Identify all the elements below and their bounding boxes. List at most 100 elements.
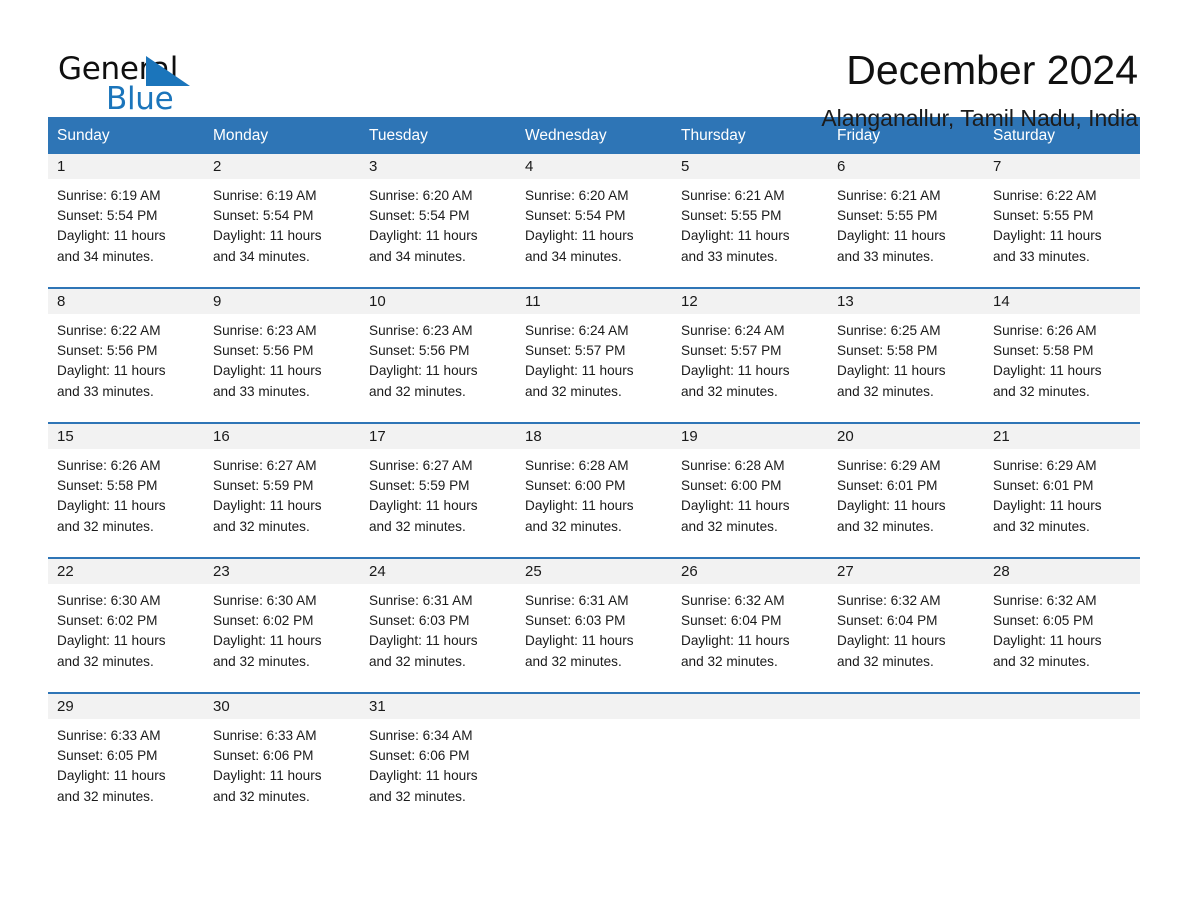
calendar-day-cell[interactable]: 30 Sunrise: 6:33 AM Sunset: 6:06 PM Dayligh… bbox=[204, 692, 360, 827]
calendar-day-cell[interactable]: 22 Sunrise: 6:30 AM Sunset: 6:02 PM Dayligh… bbox=[48, 557, 204, 693]
day-details: Sunrise: 6:23 AM Sunset: 5:56 PM Daylight:… bbox=[204, 314, 360, 402]
calendar-day-cell-empty bbox=[672, 692, 828, 827]
sunrise-time: Sunrise: 6:34 AM bbox=[369, 728, 473, 743]
logo-text-blue: Blue bbox=[106, 81, 174, 117]
sunrise-time: Sunrise: 6:26 AM bbox=[57, 458, 161, 473]
day-number: 12 bbox=[672, 289, 828, 314]
day-cell-inner bbox=[828, 694, 984, 827]
calendar-day-cell[interactable]: 25 Sunrise: 6:31 AM Sunset: 6:03 PM Dayligh… bbox=[516, 557, 672, 693]
calendar-day-cell[interactable]: 7 Sunrise: 6:22 AM Sunset: 5:55 PM Daylight… bbox=[984, 154, 1140, 288]
sunset-time: Sunset: 6:05 PM bbox=[993, 613, 1094, 629]
day-details: Sunrise: 6:28 AM Sunset: 6:00 PM Daylight:… bbox=[516, 449, 672, 537]
calendar-day-cell[interactable]: 3 Sunrise: 6:20 AM Sunset: 5:54 PM Daylight… bbox=[360, 154, 516, 288]
daylight-duration-line2: and 32 minutes. bbox=[369, 383, 466, 399]
calendar-day-cell[interactable]: 17 Sunrise: 6:27 AM Sunset: 5:59 PM Dayligh… bbox=[360, 422, 516, 558]
sunset-time: Sunset: 5:54 PM bbox=[525, 208, 626, 224]
day-number: 26 bbox=[672, 559, 828, 584]
calendar-day-cell[interactable]: 14 Sunrise: 6:26 AM Sunset: 5:58 PM Dayligh… bbox=[984, 287, 1140, 423]
calendar-week-row: 29 Sunrise: 6:33 AM Sunset: 6:05 PM Dayligh… bbox=[48, 692, 1140, 827]
calendar-day-cell[interactable]: 31 Sunrise: 6:34 AM Sunset: 6:06 PM Dayligh… bbox=[360, 692, 516, 827]
weekday-header-sunday: Sunday bbox=[48, 117, 204, 154]
day-number bbox=[828, 694, 984, 719]
daylight-duration-line1: Daylight: 11 hours bbox=[369, 633, 478, 649]
day-cell-inner: 9 Sunrise: 6:23 AM Sunset: 5:56 PM Daylight… bbox=[204, 289, 360, 422]
page-masthead: General Blue December 2024 Alanganallur,… bbox=[48, 0, 1140, 131]
day-number: 2 bbox=[204, 154, 360, 179]
weekday-header-tuesday: Tuesday bbox=[360, 117, 516, 154]
day-cell-inner: 23 Sunrise: 6:30 AM Sunset: 6:02 PM Dayligh… bbox=[204, 559, 360, 692]
calendar-day-cell[interactable]: 8 Sunrise: 6:22 AM Sunset: 5:56 PM Daylight… bbox=[48, 287, 204, 423]
sunset-time: Sunset: 6:02 PM bbox=[213, 613, 314, 629]
daylight-duration-line1: Daylight: 11 hours bbox=[993, 498, 1102, 514]
sunset-time: Sunset: 5:54 PM bbox=[213, 208, 314, 224]
day-cell-inner bbox=[672, 694, 828, 827]
day-number: 29 bbox=[48, 694, 204, 719]
calendar-day-cell[interactable]: 9 Sunrise: 6:23 AM Sunset: 5:56 PM Daylight… bbox=[204, 287, 360, 423]
sunset-time: Sunset: 5:57 PM bbox=[681, 343, 782, 359]
daylight-duration-line1: Daylight: 11 hours bbox=[993, 363, 1102, 379]
calendar-day-cell[interactable]: 15 Sunrise: 6:26 AM Sunset: 5:58 PM Dayligh… bbox=[48, 422, 204, 558]
daylight-duration-line1: Daylight: 11 hours bbox=[993, 228, 1102, 244]
daylight-duration-line1: Daylight: 11 hours bbox=[57, 363, 166, 379]
calendar-day-cell[interactable]: 26 Sunrise: 6:32 AM Sunset: 6:04 PM Dayligh… bbox=[672, 557, 828, 693]
calendar-day-cell[interactable]: 19 Sunrise: 6:28 AM Sunset: 6:00 PM Dayligh… bbox=[672, 422, 828, 558]
day-cell-inner: 15 Sunrise: 6:26 AM Sunset: 5:58 PM Dayligh… bbox=[48, 424, 204, 557]
day-details: Sunrise: 6:26 AM Sunset: 5:58 PM Daylight:… bbox=[984, 314, 1140, 402]
day-details: Sunrise: 6:27 AM Sunset: 5:59 PM Daylight:… bbox=[204, 449, 360, 537]
day-details: Sunrise: 6:29 AM Sunset: 6:01 PM Daylight:… bbox=[984, 449, 1140, 537]
sunrise-time: Sunrise: 6:25 AM bbox=[837, 323, 941, 338]
calendar-day-cell[interactable]: 4 Sunrise: 6:20 AM Sunset: 5:54 PM Daylight… bbox=[516, 154, 672, 288]
calendar-day-cell[interactable]: 23 Sunrise: 6:30 AM Sunset: 6:02 PM Dayligh… bbox=[204, 557, 360, 693]
daylight-duration-line1: Daylight: 11 hours bbox=[681, 633, 790, 649]
sunrise-time: Sunrise: 6:27 AM bbox=[369, 458, 473, 473]
calendar-day-cell-empty bbox=[516, 692, 672, 827]
calendar-day-cell[interactable]: 21 Sunrise: 6:29 AM Sunset: 6:01 PM Dayligh… bbox=[984, 422, 1140, 558]
daylight-duration-line2: and 32 minutes. bbox=[213, 518, 310, 534]
calendar-day-cell[interactable]: 2 Sunrise: 6:19 AM Sunset: 5:54 PM Daylight… bbox=[204, 154, 360, 288]
daylight-duration-line1: Daylight: 11 hours bbox=[369, 768, 478, 784]
sunrise-time: Sunrise: 6:23 AM bbox=[369, 323, 473, 338]
day-details: Sunrise: 6:24 AM Sunset: 5:57 PM Daylight:… bbox=[672, 314, 828, 402]
day-details: Sunrise: 6:31 AM Sunset: 6:03 PM Daylight:… bbox=[360, 584, 516, 672]
day-number: 9 bbox=[204, 289, 360, 314]
day-cell-inner: 29 Sunrise: 6:33 AM Sunset: 6:05 PM Dayligh… bbox=[48, 694, 204, 827]
sunrise-time: Sunrise: 6:31 AM bbox=[369, 593, 473, 608]
calendar-week-row: 22 Sunrise: 6:30 AM Sunset: 6:02 PM Dayligh… bbox=[48, 557, 1140, 693]
calendar-day-cell[interactable]: 6 Sunrise: 6:21 AM Sunset: 5:55 PM Daylight… bbox=[828, 154, 984, 288]
daylight-duration-line2: and 32 minutes. bbox=[57, 653, 154, 669]
day-details: Sunrise: 6:20 AM Sunset: 5:54 PM Daylight:… bbox=[360, 179, 516, 267]
daylight-duration-line1: Daylight: 11 hours bbox=[213, 228, 322, 244]
calendar-day-cell[interactable]: 12 Sunrise: 6:24 AM Sunset: 5:57 PM Dayligh… bbox=[672, 287, 828, 423]
sunset-time: Sunset: 5:58 PM bbox=[57, 478, 158, 494]
daylight-duration-line1: Daylight: 11 hours bbox=[369, 498, 478, 514]
daylight-duration-line1: Daylight: 11 hours bbox=[57, 633, 166, 649]
day-cell-inner: 8 Sunrise: 6:22 AM Sunset: 5:56 PM Daylight… bbox=[48, 289, 204, 422]
calendar-day-cell[interactable]: 29 Sunrise: 6:33 AM Sunset: 6:05 PM Dayligh… bbox=[48, 692, 204, 827]
calendar-day-cell[interactable]: 1 Sunrise: 6:19 AM Sunset: 5:54 PM Daylight… bbox=[48, 154, 204, 288]
day-number bbox=[516, 694, 672, 719]
sunrise-time: Sunrise: 6:30 AM bbox=[57, 593, 161, 608]
day-cell-inner: 24 Sunrise: 6:31 AM Sunset: 6:03 PM Dayligh… bbox=[360, 559, 516, 692]
calendar-day-cell[interactable]: 10 Sunrise: 6:23 AM Sunset: 5:56 PM Dayligh… bbox=[360, 287, 516, 423]
daylight-duration-line2: and 32 minutes. bbox=[369, 653, 466, 669]
sunrise-time: Sunrise: 6:32 AM bbox=[837, 593, 941, 608]
calendar-day-cell[interactable]: 11 Sunrise: 6:24 AM Sunset: 5:57 PM Dayligh… bbox=[516, 287, 672, 423]
sunset-time: Sunset: 5:55 PM bbox=[681, 208, 782, 224]
daylight-duration-line2: and 33 minutes. bbox=[57, 383, 154, 399]
day-number: 20 bbox=[828, 424, 984, 449]
calendar-day-cell[interactable]: 28 Sunrise: 6:32 AM Sunset: 6:05 PM Dayligh… bbox=[984, 557, 1140, 693]
day-number: 11 bbox=[516, 289, 672, 314]
daylight-duration-line1: Daylight: 11 hours bbox=[681, 498, 790, 514]
weekday-header-monday: Monday bbox=[204, 117, 360, 154]
calendar-day-cell[interactable]: 27 Sunrise: 6:32 AM Sunset: 6:04 PM Dayligh… bbox=[828, 557, 984, 693]
daylight-duration-line2: and 32 minutes. bbox=[57, 518, 154, 534]
calendar-day-cell[interactable]: 24 Sunrise: 6:31 AM Sunset: 6:03 PM Dayligh… bbox=[360, 557, 516, 693]
calendar-day-cell[interactable]: 13 Sunrise: 6:25 AM Sunset: 5:58 PM Dayligh… bbox=[828, 287, 984, 423]
calendar-day-cell[interactable]: 20 Sunrise: 6:29 AM Sunset: 6:01 PM Dayligh… bbox=[828, 422, 984, 558]
calendar-day-cell[interactable]: 16 Sunrise: 6:27 AM Sunset: 5:59 PM Dayligh… bbox=[204, 422, 360, 558]
sunrise-time: Sunrise: 6:28 AM bbox=[525, 458, 629, 473]
sunrise-time: Sunrise: 6:20 AM bbox=[369, 188, 473, 203]
calendar-day-cell[interactable]: 5 Sunrise: 6:21 AM Sunset: 5:55 PM Daylight… bbox=[672, 154, 828, 288]
calendar-day-cell[interactable]: 18 Sunrise: 6:28 AM Sunset: 6:00 PM Dayligh… bbox=[516, 422, 672, 558]
day-details: Sunrise: 6:31 AM Sunset: 6:03 PM Daylight:… bbox=[516, 584, 672, 672]
